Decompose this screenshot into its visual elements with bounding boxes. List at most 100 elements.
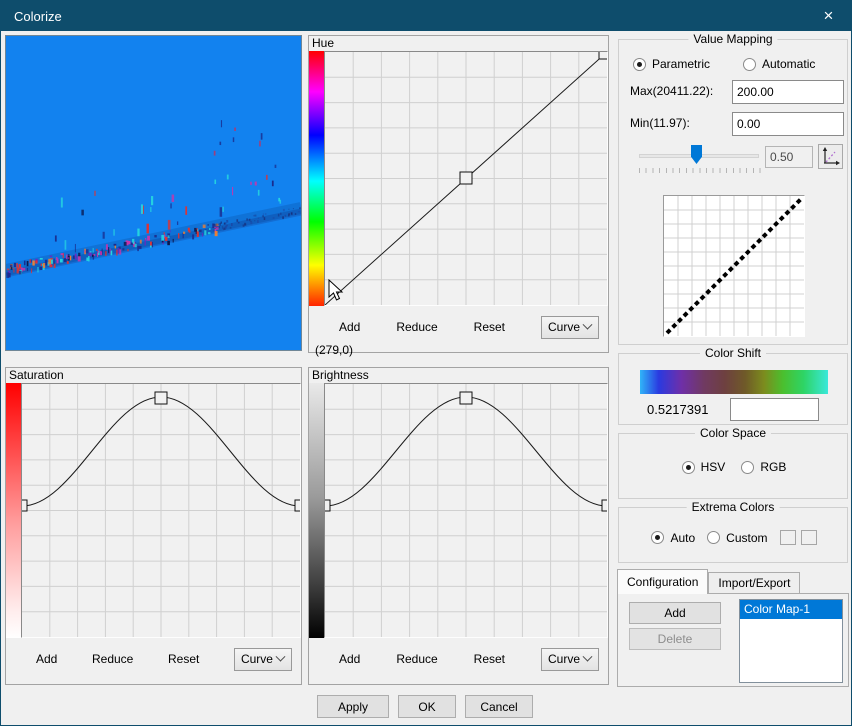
chevron-down-icon: [583, 319, 593, 329]
auto-radio[interactable]: Auto: [651, 531, 695, 545]
colorize-dialog: Colorize × Hue Add Reduce Reset: [0, 0, 852, 726]
max-label: Max(20411.22):: [630, 84, 713, 98]
value-mapping-title: Value Mapping: [688, 32, 777, 46]
radio-icon: [741, 461, 754, 474]
extrema-colors-title: Extrema Colors: [687, 500, 780, 514]
config-tabbar: Configuration Import/Export: [617, 569, 800, 594]
delete-colormap-button[interactable]: Delete: [629, 628, 721, 650]
radio-icon: [651, 531, 664, 544]
mouse-cursor-icon: [329, 280, 342, 300]
brightness-curve-editor[interactable]: [325, 384, 607, 637]
cancel-button[interactable]: Cancel: [465, 695, 533, 718]
radio-icon: [743, 58, 756, 71]
custom-label: Custom: [726, 531, 767, 545]
spectrogram-preview: [6, 36, 301, 350]
saturation-add-button[interactable]: Add: [36, 652, 57, 666]
axes-adjust-button[interactable]: [818, 144, 843, 169]
min-label: Min(11.97):: [630, 116, 690, 130]
parametric-radio[interactable]: Parametric: [633, 57, 710, 71]
hue-add-button[interactable]: Add: [339, 320, 360, 334]
ok-button[interactable]: OK: [398, 695, 456, 718]
chevron-down-icon: [583, 651, 593, 661]
auto-label: Auto: [670, 531, 695, 545]
radio-icon: [707, 531, 720, 544]
hsv-label: HSV: [701, 460, 726, 474]
brightness-handle-peak: [460, 392, 472, 404]
color-space-group: Color Space HSV RGB: [618, 433, 848, 499]
hue-curve-handle-end: [599, 52, 607, 59]
extrema-colors-group: Extrema Colors Auto Custom: [618, 507, 848, 563]
mapping-curve-preview: [663, 195, 805, 337]
saturation-panel: Saturation Add Reduce Reset Curve: [5, 367, 302, 685]
colormap-list-item[interactable]: Color Map-1: [740, 600, 842, 619]
color-shift-group: Color Shift 0.5217391: [618, 353, 848, 425]
saturation-curve-type-select[interactable]: Curve: [234, 648, 292, 671]
hue-curve-type-select[interactable]: Curve: [541, 316, 599, 339]
rgb-label: RGB: [760, 460, 786, 474]
colormap-list[interactable]: Color Map-1: [739, 599, 843, 683]
hue-curve-type-value: Curve: [548, 320, 580, 334]
value-slider[interactable]: [619, 144, 849, 176]
brightness-handle-left: [325, 500, 330, 511]
slider-value-input[interactable]: [765, 146, 813, 168]
rgb-radio[interactable]: RGB: [741, 460, 786, 474]
saturation-handle-left: [22, 500, 27, 511]
hue-reduce-button[interactable]: Reduce: [396, 320, 437, 334]
brightness-reset-button[interactable]: Reset: [474, 652, 505, 666]
color-shift-title: Color Shift: [700, 346, 766, 360]
extrema-color-box-max[interactable]: [801, 530, 817, 545]
brightness-colorbar: [309, 383, 324, 638]
saturation-handle-peak: [155, 392, 167, 404]
saturation-handle-right: [295, 500, 300, 511]
hue-curve-handle-mid: [460, 172, 472, 184]
hue-curve-editor[interactable]: [325, 52, 607, 305]
brightness-label: Brightness: [309, 368, 608, 383]
hue-colorbar: [309, 51, 324, 306]
brightness-curve-type-value: Curve: [548, 652, 580, 666]
close-button[interactable]: ×: [806, 1, 851, 31]
hue-label: Hue: [309, 36, 608, 51]
hue-cursor-position: (279,0): [309, 339, 608, 357]
saturation-curve-type-value: Curve: [241, 652, 273, 666]
slider-ticks: [639, 168, 761, 173]
radio-icon: [633, 58, 646, 71]
saturation-colorbar: [6, 383, 21, 638]
automatic-label: Automatic: [762, 57, 815, 71]
axes-icon: [821, 147, 840, 166]
color-space-title: Color Space: [695, 426, 771, 440]
tab-configuration[interactable]: Configuration: [617, 569, 708, 594]
automatic-radio[interactable]: Automatic: [743, 57, 815, 71]
color-shift-value: 0.5217391: [647, 402, 708, 417]
extrema-color-box-min[interactable]: [780, 530, 796, 545]
hue-panel: Hue Add Reduce Reset Curve (279,0): [308, 35, 609, 353]
brightness-curve-type-select[interactable]: Curve: [541, 648, 599, 671]
brightness-reduce-button[interactable]: Reduce: [396, 652, 437, 666]
color-shift-gradient[interactable]: [640, 370, 828, 394]
radio-icon: [682, 461, 695, 474]
tab-import-export[interactable]: Import/Export: [708, 572, 800, 594]
slider-thumb[interactable]: [691, 145, 702, 164]
value-mapping-group: Value Mapping Parametric Automatic Max(2…: [618, 39, 848, 345]
saturation-label: Saturation: [6, 368, 301, 383]
color-shift-input[interactable]: [730, 398, 819, 421]
saturation-reset-button[interactable]: Reset: [168, 652, 199, 666]
saturation-curve-editor[interactable]: [22, 384, 300, 637]
apply-button[interactable]: Apply: [317, 695, 389, 718]
window-titlebar[interactable]: Colorize ×: [1, 1, 851, 31]
max-input[interactable]: [732, 80, 844, 104]
add-colormap-button[interactable]: Add: [629, 602, 721, 624]
hsv-radio[interactable]: HSV: [682, 460, 726, 474]
brightness-add-button[interactable]: Add: [339, 652, 360, 666]
preview-image: [5, 35, 302, 351]
close-icon: ×: [824, 6, 834, 26]
saturation-reduce-button[interactable]: Reduce: [92, 652, 133, 666]
mapping-curve-svg: [664, 196, 804, 336]
parametric-label: Parametric: [652, 57, 710, 71]
hue-reset-button[interactable]: Reset: [474, 320, 505, 334]
window-title: Colorize: [1, 9, 806, 24]
brightness-panel: Brightness Add Reduce Reset Curve: [308, 367, 609, 685]
custom-radio[interactable]: Custom: [707, 531, 767, 545]
min-input[interactable]: [732, 112, 844, 136]
chevron-down-icon: [276, 651, 286, 661]
configuration-pane: Add Delete Color Map-1: [617, 593, 849, 687]
